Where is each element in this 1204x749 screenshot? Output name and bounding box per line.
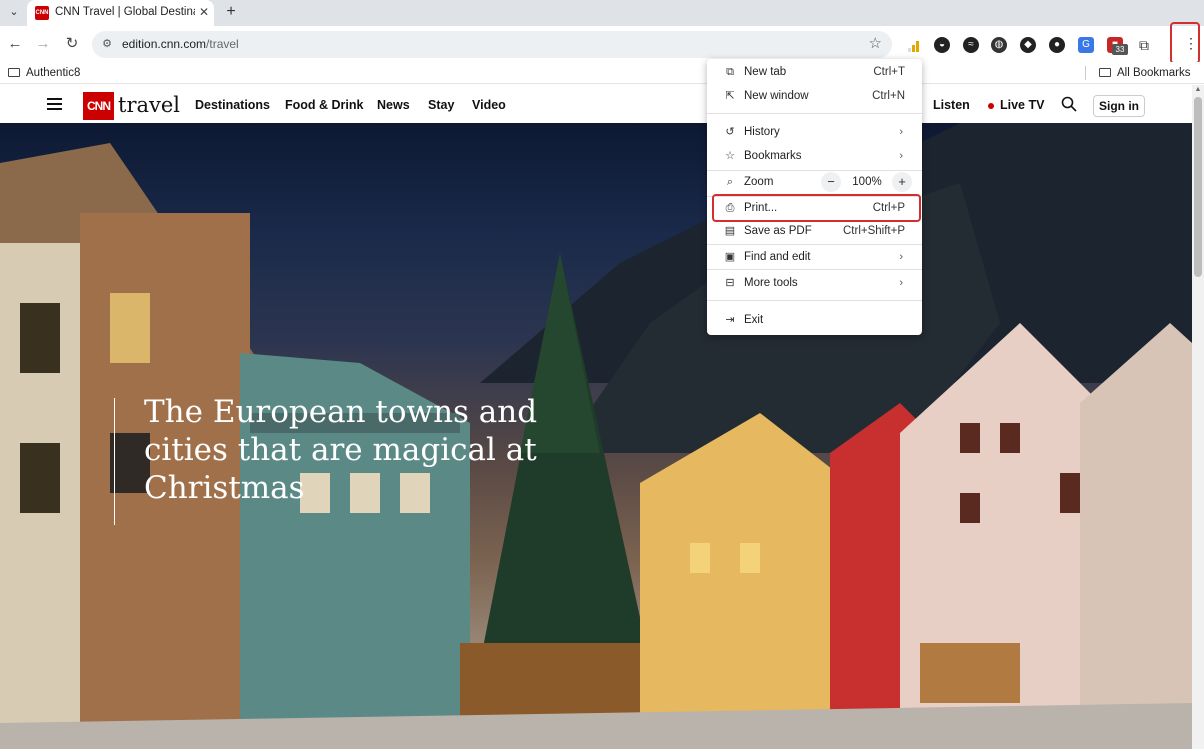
tab-strip: ⌄ CNN CNN Travel | Global Destinations ✕… <box>0 0 1204 26</box>
cnn-logo[interactable]: CNN <box>83 92 114 120</box>
nav-video[interactable]: Video <box>472 97 506 113</box>
hamburger-menu-icon[interactable] <box>47 98 62 110</box>
nav-stay[interactable]: Stay <box>428 97 454 113</box>
bookmark-label: Authentic8 <box>26 67 81 79</box>
headline-rule <box>114 398 115 525</box>
live-tv-link[interactable]: Live TV <box>1000 97 1044 113</box>
menu-label: Zoom <box>744 176 774 188</box>
menu-new-tab[interactable]: ⧉ New tab Ctrl+T <box>707 60 922 84</box>
chevron-right-icon: › <box>899 150 903 162</box>
listen-link[interactable]: Listen <box>933 97 970 113</box>
chrome-menu-button[interactable]: ⋮ <box>1170 22 1200 64</box>
bookmark-authentic8[interactable]: Authentic8 <box>8 65 80 81</box>
find-page-icon: ▣ <box>724 251 736 263</box>
live-dot-icon <box>988 103 994 109</box>
menu-label: New tab <box>744 66 787 78</box>
tab-close-icon[interactable]: ✕ <box>199 4 209 20</box>
tab-cnn-travel[interactable]: CNN CNN Travel | Global Destinations ✕ <box>27 0 214 26</box>
kebab-menu-icon: ⋮ <box>1184 35 1198 51</box>
folder-icon <box>1099 68 1111 77</box>
travel-wordmark[interactable]: travel <box>118 91 180 119</box>
url-host: edition.cnn.com <box>122 37 207 51</box>
menu-save-as-pdf[interactable]: ▤ Save as PDF Ctrl+Shift+P <box>707 219 922 243</box>
menu-more-tools[interactable]: ⊟ More tools › <box>707 271 922 295</box>
menu-zoom: ⌕ Zoom − 100% + <box>707 170 922 194</box>
menu-shortcut: Ctrl+N <box>872 90 905 102</box>
cnn-favicon-icon: CNN <box>35 6 49 20</box>
menu-find-and-edit[interactable]: ▣ Find and edit › <box>707 245 922 269</box>
zoom-in-button[interactable]: + <box>892 172 912 192</box>
menu-new-window[interactable]: ⇱ New window Ctrl+N <box>707 84 922 108</box>
chevron-right-icon: › <box>899 277 903 289</box>
hero-headline[interactable]: The European towns and cities that are m… <box>144 393 544 507</box>
hero-image: The European towns and cities that are m… <box>0 123 1192 749</box>
menu-label: Find and edit <box>744 251 811 263</box>
menu-divider <box>707 113 922 114</box>
web-page: CNN travel Destinations Food & Drink New… <box>0 85 1204 749</box>
menu-bookmarks[interactable]: ☆ Bookmarks › <box>707 144 922 168</box>
folder-icon <box>8 68 20 77</box>
search-icon[interactable] <box>1061 96 1077 112</box>
bookmarks-divider <box>1085 66 1086 80</box>
url-text: edition.cnn.com/travel <box>122 36 239 53</box>
layers-extension-icon[interactable]: ◆ <box>1020 37 1036 53</box>
print-highlight-box <box>712 194 921 222</box>
menu-label: Exit <box>744 314 764 326</box>
menu-history[interactable]: ↺ History › <box>707 120 922 144</box>
bookmarks-bar: Authentic8 All Bookmarks <box>0 62 1204 84</box>
star-icon: ☆ <box>725 150 735 162</box>
nav-news[interactable]: News <box>377 97 410 113</box>
menu-exit[interactable]: ⇥ Exit <box>707 308 922 332</box>
cnn-header: CNN travel Destinations Food & Drink New… <box>0 85 1192 123</box>
zoom-icon: ⌕ <box>726 176 734 188</box>
nav-food-drink[interactable]: Food & Drink <box>285 97 363 113</box>
profile-extension-icon[interactable]: ● <box>1049 37 1065 53</box>
translate-extension-icon[interactable]: G <box>1078 37 1094 53</box>
all-bookmarks[interactable]: All Bookmarks <box>1099 65 1191 81</box>
site-info-icon[interactable]: ⚙ <box>100 37 114 51</box>
signal-bars-extension-icon[interactable] <box>906 37 922 53</box>
menu-shortcut: Ctrl+Shift+P <box>843 225 905 237</box>
history-icon: ↺ <box>725 126 735 138</box>
extensions-puzzle-icon[interactable]: ⧉ <box>1136 37 1152 53</box>
menu-label: Save as PDF <box>744 225 812 237</box>
new-tab-button[interactable]: + <box>221 2 241 22</box>
menu-shortcut: Ctrl+T <box>873 66 905 78</box>
page-scrollbar[interactable]: ▲ <box>1192 85 1204 749</box>
reload-icon[interactable]: ↻ <box>62 34 82 54</box>
scroll-thumb[interactable] <box>1194 97 1202 277</box>
tab-search-chevron-icon[interactable]: ⌄ <box>4 2 24 22</box>
wave-extension-icon[interactable]: ≈ <box>963 37 979 53</box>
extension-badge: 33 <box>1112 44 1128 55</box>
zoom-level: 100% <box>852 176 882 188</box>
tab-title: CNN Travel | Global Destinations <box>55 6 195 18</box>
toolbox-icon: ⊟ <box>725 277 735 289</box>
nav-destinations[interactable]: Destinations <box>195 97 270 113</box>
new-tab-icon: ⧉ <box>726 66 734 78</box>
menu-label: More tools <box>744 277 798 289</box>
browser-window: ⌄ CNN CNN Travel | Global Destinations ✕… <box>0 0 1204 749</box>
forward-icon[interactable]: → <box>33 34 53 54</box>
chevron-right-icon: › <box>899 126 903 138</box>
pdf-file-icon: ▤ <box>724 225 736 237</box>
menu-label: History <box>744 126 780 138</box>
back-icon[interactable]: ← <box>5 34 25 54</box>
bookmark-star-icon[interactable]: ☆ <box>869 35 882 53</box>
url-path: /travel <box>206 37 239 51</box>
address-bar[interactable]: ⚙ edition.cnn.com/travel ☆ <box>92 31 892 58</box>
scroll-up-icon[interactable]: ▲ <box>1192 85 1204 95</box>
menu-divider <box>707 269 922 270</box>
half-circle-extension-icon[interactable]: ◒ <box>934 37 950 53</box>
exit-icon: ⇥ <box>725 314 735 326</box>
menu-label: Bookmarks <box>744 150 802 162</box>
sign-in-button[interactable]: Sign in <box>1093 95 1145 117</box>
menu-label: New window <box>744 90 809 102</box>
chevron-right-icon: › <box>899 251 903 263</box>
browser-toolbar: ← → ↻ ⚙ edition.cnn.com/travel ☆ ◒ ≈ ◍ ◆… <box>0 26 1204 62</box>
menu-divider <box>707 300 922 301</box>
globe-extension-icon[interactable]: ◍ <box>991 37 1007 53</box>
new-window-icon: ⇱ <box>725 90 735 102</box>
all-bookmarks-label: All Bookmarks <box>1117 67 1191 79</box>
zoom-out-button[interactable]: − <box>821 172 841 192</box>
